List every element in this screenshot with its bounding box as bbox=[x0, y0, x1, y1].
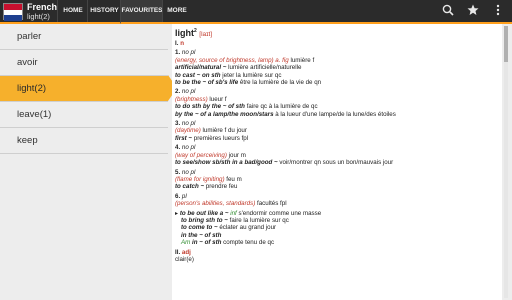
sense-4: 4. no pl (way of perceiving) jour m to s… bbox=[175, 144, 394, 167]
app-title: French bbox=[27, 2, 58, 12]
tab-favourites[interactable]: FAVOURITES bbox=[120, 0, 163, 24]
homograph-number: 2 bbox=[194, 28, 197, 34]
list-item[interactable]: keep bbox=[0, 128, 168, 154]
list-item[interactable]: avoir bbox=[0, 50, 168, 76]
app-subtitle: light(2) bbox=[27, 12, 50, 21]
tab-more[interactable]: MORE bbox=[162, 0, 191, 22]
tab-history[interactable]: HISTORY bbox=[87, 0, 121, 22]
list-item[interactable]: parler bbox=[0, 24, 168, 50]
sense-1: 1. no pl (energy, source of brightness, … bbox=[175, 49, 322, 87]
sense-2: 2. no pl (brightness) lueur f to do sth … bbox=[175, 88, 396, 118]
scrollbar-track[interactable] bbox=[504, 26, 508, 298]
action-bar: French light(2) HOME HISTORY FAVOURITES … bbox=[0, 0, 512, 24]
headword-line: light2 [laɪt] bbox=[175, 26, 501, 40]
part-2: II. adj clair(e) bbox=[175, 248, 194, 263]
list-item[interactable]: leave(1) bbox=[0, 102, 168, 128]
star-icon[interactable] bbox=[465, 4, 481, 20]
sense-6: 6. pl (person's abilities, standards) fa… bbox=[175, 192, 322, 247]
search-icon[interactable] bbox=[440, 4, 456, 20]
dictionary-entry: light2 [laɪt] I. n 1. no pl (energy, sou… bbox=[172, 24, 502, 300]
app-logo[interactable] bbox=[3, 3, 23, 21]
list-item-selected[interactable]: light(2) bbox=[0, 76, 168, 102]
sense-5: 5. no pl (flame for igniting) feu m to c… bbox=[175, 168, 242, 191]
part-of-speech: n bbox=[180, 40, 184, 47]
sense-3: 3. no pl (daytime) lumière f du jour fir… bbox=[175, 120, 249, 142]
overflow-menu-icon[interactable] bbox=[490, 4, 506, 20]
tab-home[interactable]: HOME bbox=[57, 0, 88, 22]
headword: light bbox=[175, 28, 194, 38]
favourites-list: parler avoir light(2) leave(1) keep bbox=[0, 24, 168, 300]
phonetic: [laɪt] bbox=[199, 31, 213, 38]
scrollbar-thumb[interactable] bbox=[504, 26, 508, 62]
